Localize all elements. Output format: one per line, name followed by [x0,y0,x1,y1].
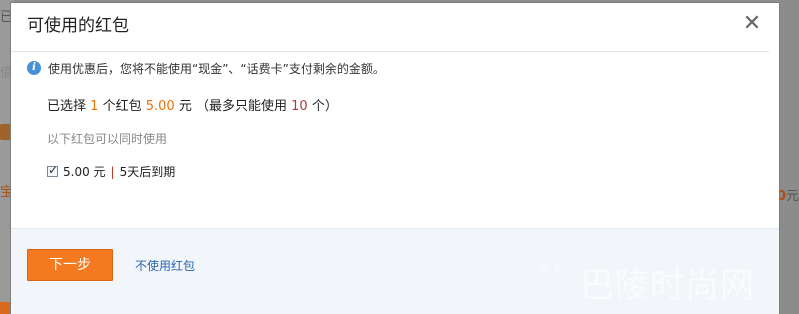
watermark-small: 男人 [536,263,564,279]
watermark: 巴陵时尚网 [580,266,755,306]
coupon-expiry: 5天后到期 [119,165,176,179]
background-amount: 0元 [777,185,799,204]
coupon-checkbox[interactable]: ✓ [47,163,59,177]
info-icon: i [27,61,41,75]
summary-count-unit: 个红包 [102,99,142,114]
summary-amount-unit: 元 [178,99,192,114]
coupon-separator: | [110,164,115,179]
summary-prefix: 已选择 [47,99,87,114]
coupon-amount: 5.00 元 [63,165,106,179]
background-amount-unit: 元 [785,189,799,204]
dialog-header: 可使用的红包 ✕ [11,3,769,52]
summary-limit-prefix: （最多只能使用 [195,99,287,114]
skip-coupon-link[interactable]: 不使用红包 [135,257,195,274]
summary-limit-suffix: 个） [311,99,338,114]
hint-text: 以下红包可以同时使用 [47,132,168,146]
summary-limit: 10 [291,99,308,114]
selection-summary: 已选择 1 个红包 5.00 元 （最多只能使用 10 个） [47,95,338,114]
coupon-item: ✓ 5.00 元 | 5天后到期 [47,163,175,180]
summary-amount: 5.00 [145,99,175,114]
close-icon[interactable]: ✕ [741,13,763,35]
next-step-button[interactable]: 下一步 [27,249,113,281]
dialog-title: 可使用的红包 [27,16,129,36]
info-notice: i 使用优惠后，您将不能使用“现金”、“话费卡”支付剩余的金额。 [27,59,385,77]
check-icon: ✓ [48,163,59,177]
info-text: 使用优惠后，您将不能使用“现金”、“话费卡”支付剩余的金额。 [48,61,385,76]
summary-count: 1 [90,99,99,114]
